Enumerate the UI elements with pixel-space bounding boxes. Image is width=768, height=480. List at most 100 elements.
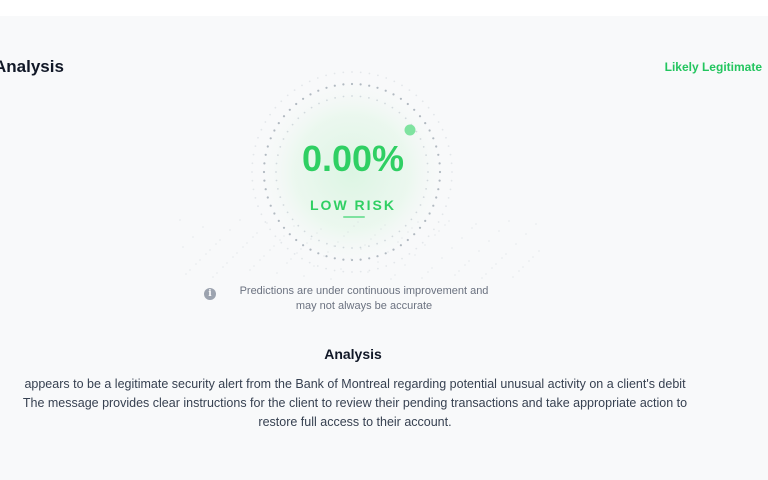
gauge-ring-dot	[384, 239, 386, 242]
gauge-scatter-dot	[518, 270, 520, 272]
gauge-ring-dot	[302, 97, 305, 100]
gauge-ring-dot	[318, 102, 320, 105]
disclaimer-text: Predictions are under continuous improve…	[222, 284, 506, 314]
gauge-scatter-dot	[320, 228, 322, 230]
gauge-ring-dot	[384, 102, 386, 105]
gauge-ring-dot	[376, 86, 379, 89]
gauge-scatter-dot	[279, 239, 281, 241]
gauge-scatter-dot	[306, 242, 308, 244]
gauge-scatter-dot	[528, 260, 530, 262]
analysis-line-2: The message provides clear instructions …	[22, 396, 688, 410]
gauge-ring-dot	[333, 72, 336, 75]
gauge-ring-dot	[385, 77, 388, 79]
gauge-ring-dot	[342, 258, 345, 261]
gauge-ring-dot	[295, 238, 298, 242]
gauge-scatter-dot	[350, 258, 352, 260]
gauge-scatter-dot	[485, 273, 487, 275]
gauge-ring-dot	[377, 267, 379, 270]
gauge-ring-dot	[384, 252, 387, 255]
gauge-scatter-dot	[491, 267, 493, 269]
gauge-ring-dot	[376, 99, 378, 102]
gauge-scatter-dot	[216, 272, 218, 274]
gauge-scatter-dot	[353, 225, 355, 227]
gauge-ring-dot	[326, 99, 328, 102]
gauge-scatter-dot	[259, 259, 261, 261]
gauge-ring-dot	[441, 128, 444, 131]
gauge-scatter-dot	[222, 266, 224, 268]
gauge-scatter-dot	[364, 244, 366, 246]
gauge-ring-dot	[410, 218, 413, 221]
gauge-ring-dot	[377, 74, 379, 77]
gauge-ring-dot	[421, 100, 424, 103]
gauge-ring-dot	[404, 117, 407, 120]
disclaimer-line-2: may not always be accurate	[295, 300, 433, 312]
gauge-ring-dot	[418, 115, 422, 118]
gauge-ring-dot	[342, 246, 345, 249]
gauge-scatter-dot	[522, 266, 524, 268]
gauge-ring-dot	[351, 71, 353, 73]
gauge-ring-dot	[301, 84, 303, 87]
gauge-ring-dot	[433, 113, 435, 116]
gauge-ring-dot	[297, 224, 300, 227]
page: Analysis Likely Legitimate 0.00% LOW RIS…	[0, 0, 768, 480]
gauge-ring-dot	[359, 270, 362, 273]
gauge-scatter-dot	[226, 262, 228, 264]
gauge-scatter-dot	[229, 229, 231, 231]
gauge-scatter-dot	[242, 246, 244, 248]
gauge-scatter-dot	[195, 263, 197, 265]
gauge-ring-dot	[408, 89, 411, 91]
gauge-ring-dot	[264, 188, 267, 191]
analysis-line-1: appears to be a legitimate security aler…	[24, 377, 686, 391]
gauge-scatter-dot	[424, 244, 426, 246]
gauge-scatter-dot	[303, 275, 305, 277]
gauge-scatter-dot	[431, 267, 433, 269]
gauge-ring-dot	[293, 253, 296, 255]
gauge-ring-dot	[359, 258, 362, 261]
gauge-scatter-dot	[313, 265, 315, 267]
gauge-scatter-dot	[232, 256, 234, 258]
gauge-scatter-dot	[316, 232, 318, 234]
gauge-ring-dot	[398, 230, 401, 233]
gauge-ring-dot	[318, 239, 320, 242]
gauge-scatter-dot	[454, 274, 456, 276]
gauge-ring-dot	[251, 179, 254, 182]
gauge-scatter-dot	[327, 251, 329, 253]
gauge-scatter-dot	[538, 250, 540, 252]
gauge-ring-dot	[359, 71, 362, 74]
gauge-ring-dot	[368, 245, 370, 248]
gauge-scatter-dot	[448, 220, 450, 222]
gauge-ring-dot	[326, 242, 328, 245]
gauge-ring-dot	[317, 89, 320, 92]
gauge-ring-dot	[310, 235, 313, 238]
gauge-scatter-dot	[501, 257, 503, 259]
gauge-ring-dot	[385, 265, 388, 267]
gauge-scatter-dot	[377, 261, 379, 263]
gauge-ring-dot	[393, 261, 396, 264]
gauge-ring-dot	[295, 102, 298, 106]
gauge-ring-dot	[309, 248, 312, 251]
gauge-scatter-dot	[290, 258, 292, 260]
gauge-scatter-dot	[374, 234, 376, 236]
gauge-ring-dot	[441, 213, 444, 216]
gauge-ring-dot	[415, 94, 418, 97]
gauge-scatter-dot	[481, 277, 483, 279]
gauge-scatter-dot	[185, 273, 187, 275]
gauge-scatter-dot	[293, 225, 295, 227]
gauge-ring-dot	[333, 257, 336, 260]
gauge-ring-dot	[334, 97, 336, 99]
gauge-ring-dot	[269, 113, 271, 116]
gauge-ring-dot	[399, 97, 402, 100]
risk-level: LOW RISK	[310, 197, 396, 213]
gauge-scatter-dot	[468, 260, 470, 262]
gauge-ring-dot	[368, 84, 371, 87]
gauge-scatter-dot	[323, 255, 325, 257]
gauge-scatter-dot	[212, 276, 214, 278]
gauge-ring-dot	[342, 95, 345, 98]
gauge-ring-dot	[406, 102, 409, 106]
gauge-ring-dot	[260, 128, 263, 131]
gauge-scatter-dot	[192, 236, 194, 238]
gauge-scatter-dot	[535, 223, 537, 225]
gauge-scatter-dot	[337, 241, 339, 243]
gauge-scatter-dot	[273, 245, 275, 247]
gauge-scatter-dot	[397, 241, 399, 243]
